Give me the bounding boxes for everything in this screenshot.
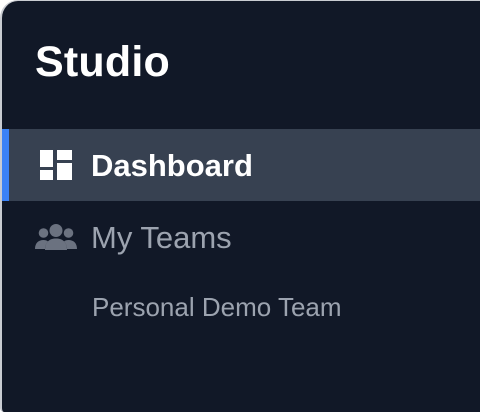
sidebar-subitem-personal-demo-team[interactable]: Personal Demo Team bbox=[92, 294, 342, 320]
brand-title: Studio bbox=[35, 38, 170, 86]
sidebar-item-label: My Teams bbox=[91, 219, 232, 255]
sidebar-item-label: Dashboard bbox=[91, 147, 253, 183]
users-icon bbox=[35, 221, 77, 253]
dashboard-icon bbox=[35, 149, 77, 181]
sidebar-item-my-teams[interactable]: My Teams bbox=[2, 201, 480, 273]
sidebar-item-dashboard[interactable]: Dashboard bbox=[2, 129, 480, 201]
sidebar: Studio Dashboard My Teams Personal Demo … bbox=[0, 0, 480, 412]
